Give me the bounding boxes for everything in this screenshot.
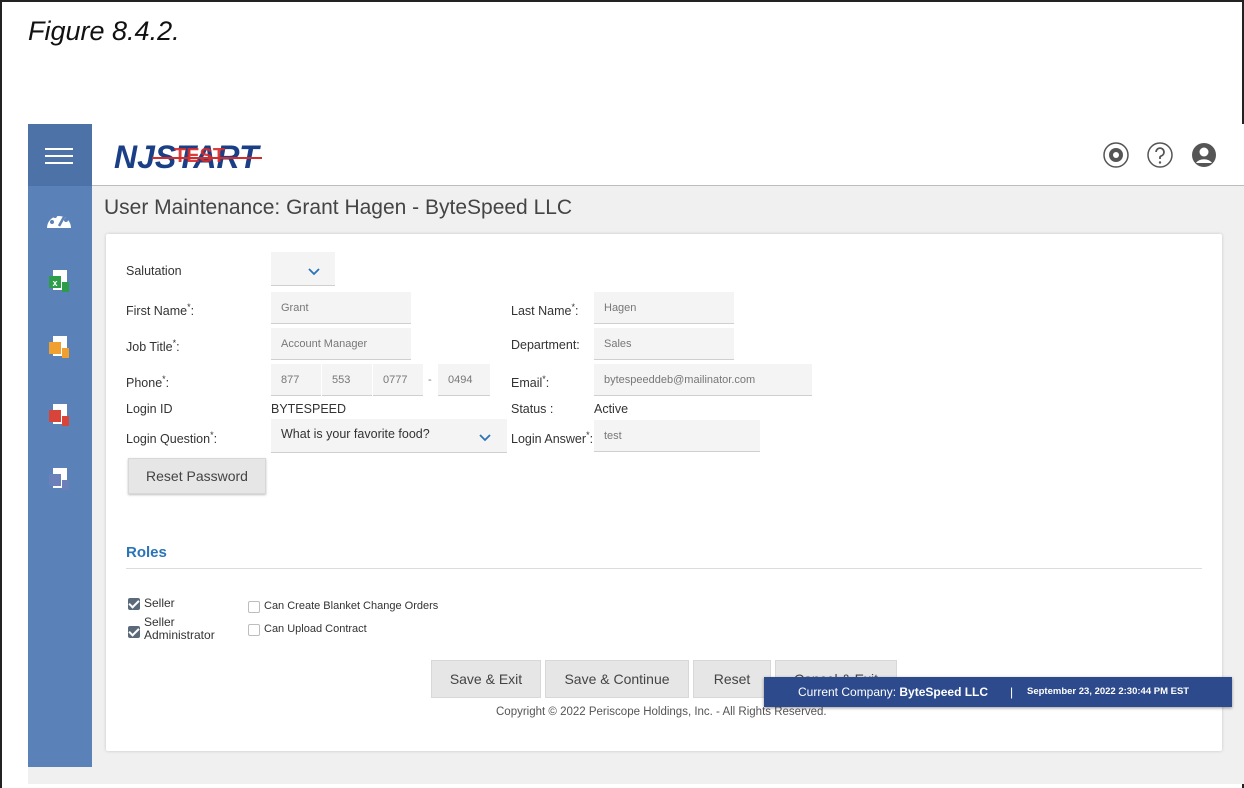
- njstart-logo[interactable]: NJSTART TEST: [112, 132, 282, 178]
- phone-line-input[interactable]: 0777: [373, 364, 423, 396]
- department-input[interactable]: Sales: [594, 328, 734, 360]
- email-label: Email*:: [511, 374, 550, 391]
- phone-dash: -: [428, 374, 432, 386]
- pdf-document-icon[interactable]: [47, 402, 71, 428]
- sidebar: x: [28, 124, 92, 767]
- login-question-value: What is your favorite food?: [281, 427, 430, 441]
- blanket-change-orders-checkbox[interactable]: [248, 601, 260, 613]
- status-label: Status :: [511, 402, 554, 416]
- dashboard-gauge-icon[interactable]: [45, 208, 73, 230]
- department-label: Department:: [511, 338, 580, 352]
- phone-label: Phone*:: [126, 374, 170, 391]
- copyright-text: Copyright © 2022 Periscope Holdings, Inc…: [496, 706, 827, 718]
- phone-extension-input[interactable]: 0494: [438, 364, 490, 396]
- salutation-select[interactable]: [271, 252, 335, 286]
- email-input[interactable]: bytespeeddeb@mailinator.com: [594, 364, 812, 396]
- current-company-banner: Current Company: ByteSpeed LLC | Septemb…: [764, 677, 1232, 707]
- salutation-label: Salutation: [126, 264, 182, 278]
- logo-overlay-text: TEST: [174, 145, 225, 167]
- login-answer-input[interactable]: test: [594, 420, 760, 452]
- page-title: User Maintenance: Grant Hagen - ByteSpee…: [104, 196, 573, 219]
- phone-prefix-input[interactable]: 553: [322, 364, 372, 396]
- login-question-select[interactable]: What is your favorite food?: [271, 419, 507, 453]
- login-id-label: Login ID: [126, 402, 173, 416]
- reset-password-button[interactable]: Reset Password: [128, 458, 266, 494]
- banner-timestamp: September 23, 2022 2:30:44 PM EST: [1027, 686, 1190, 697]
- seller-administrator-label: Seller Administrator: [144, 615, 215, 642]
- top-header: NJSTART TEST: [92, 124, 1244, 186]
- last-name-input[interactable]: Hagen: [594, 292, 734, 324]
- figure-caption: Figure 8.4.2.: [28, 16, 180, 46]
- save-continue-button[interactable]: Save & Continue: [545, 660, 689, 698]
- excel-document-icon[interactable]: x: [47, 268, 71, 294]
- chevron-down-icon: [479, 434, 491, 442]
- login-answer-label: Login Answer*:: [511, 430, 594, 447]
- seller-administrator-checkbox[interactable]: [128, 626, 140, 638]
- save-exit-button[interactable]: Save & Exit: [431, 660, 541, 698]
- status-value: Active: [594, 402, 629, 416]
- seller-label: Seller: [144, 596, 175, 610]
- first-name-label: First Name*:: [126, 302, 195, 319]
- login-id-value: BYTESPEED: [271, 402, 347, 416]
- phone-area-input[interactable]: 877: [271, 364, 321, 396]
- login-question-label: Login Question*:: [126, 430, 218, 447]
- upload-contract-checkbox[interactable]: [248, 624, 260, 636]
- roles-divider: [126, 568, 1202, 569]
- first-name-input[interactable]: Grant: [271, 292, 411, 324]
- settings-icon[interactable]: [1102, 141, 1130, 169]
- reset-button[interactable]: Reset: [693, 660, 771, 698]
- menu-icon[interactable]: [28, 124, 92, 186]
- help-icon[interactable]: [1146, 141, 1174, 169]
- word-document-icon[interactable]: [47, 466, 71, 492]
- roles-title: Roles: [126, 544, 167, 561]
- figure-frame: Figure 8.4.2. x NJSTART TEST User Mainte…: [0, 0, 1244, 788]
- chevron-down-icon: [308, 268, 320, 276]
- svg-text:x: x: [52, 278, 57, 288]
- seller-checkbox[interactable]: [128, 598, 140, 610]
- current-company-text: Current Company: ByteSpeed LLC: [798, 685, 989, 699]
- user-form-card: Salutation First Name*: Grant Last Name*…: [106, 234, 1222, 751]
- ppt-document-icon[interactable]: [47, 334, 71, 360]
- upload-contract-label: Can Upload Contract: [264, 623, 367, 635]
- banner-separator: |: [1010, 685, 1014, 699]
- user-profile-icon[interactable]: [1190, 141, 1218, 169]
- blanket-change-orders-label: Can Create Blanket Change Orders: [264, 600, 439, 612]
- last-name-label: Last Name*:: [511, 302, 579, 319]
- job-title-input[interactable]: Account Manager: [271, 328, 411, 360]
- job-title-label: Job Title*:: [126, 338, 180, 355]
